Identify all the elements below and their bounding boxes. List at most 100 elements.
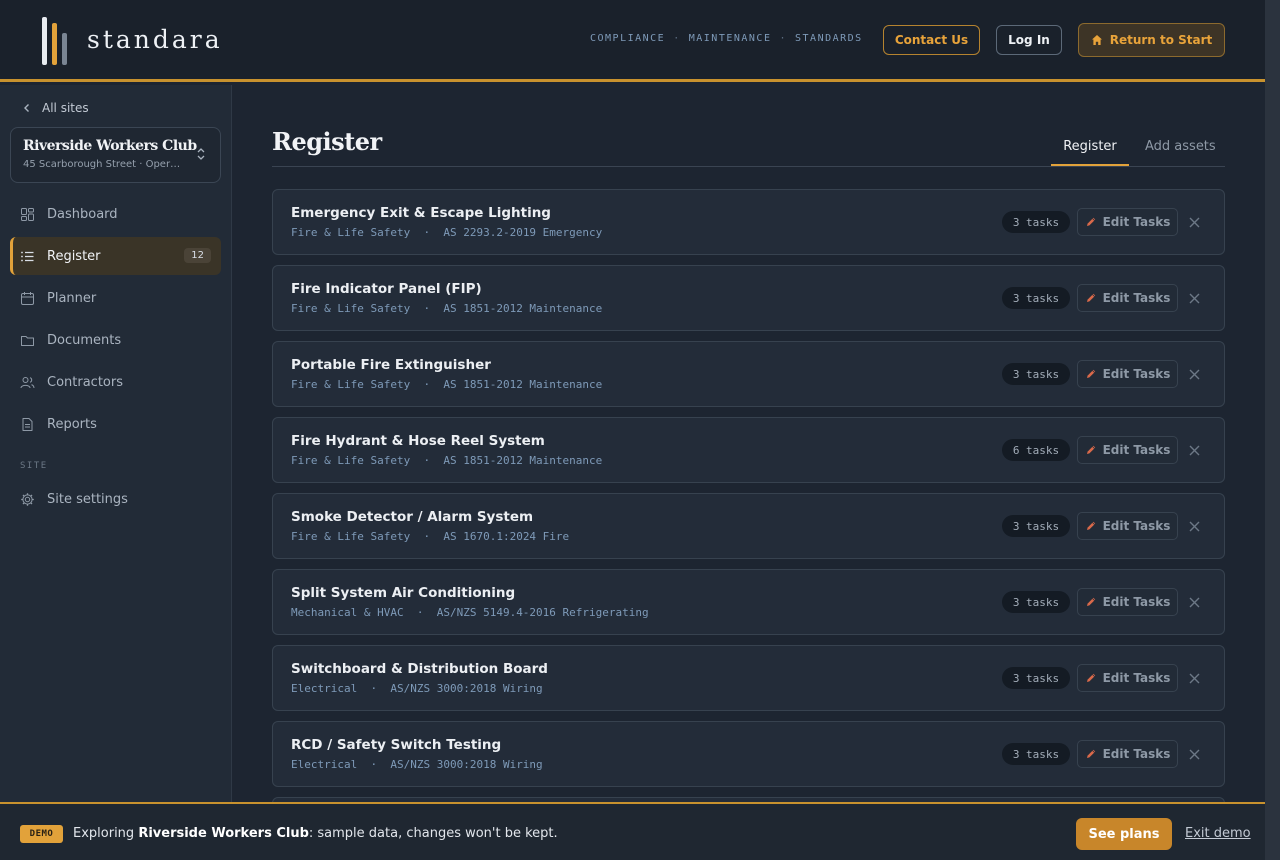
asset-title: Emergency Exit & Escape Lighting bbox=[291, 205, 551, 221]
table-row[interactable]: Emergency Exit & Escape Lighting Fire & L… bbox=[272, 189, 1225, 255]
pencil-icon bbox=[1086, 445, 1095, 454]
task-count-badge: 6 tasks bbox=[1002, 439, 1070, 461]
topnav-compliance[interactable]: COMPLIANCE bbox=[590, 33, 665, 44]
edit-tasks-label: Edit Tasks bbox=[1102, 519, 1171, 533]
brand-logo[interactable]: standara bbox=[42, 15, 223, 65]
site-switcher[interactable]: Riverside Workers Club 45 Scarborough St… bbox=[10, 127, 221, 183]
register-count-badge: 12 bbox=[184, 248, 211, 263]
task-count-badge: 3 tasks bbox=[1002, 363, 1070, 385]
edit-tasks-button[interactable]: Edit Tasks bbox=[1077, 740, 1178, 768]
sidebar: All sites Riverside Workers Club 45 Scar… bbox=[0, 85, 232, 803]
task-count-badge: 3 tasks bbox=[1002, 211, 1070, 233]
table-row[interactable]: Fire Hydrant & Hose Reel System Fire & Li… bbox=[272, 417, 1225, 483]
asset-category: Electrical bbox=[291, 758, 358, 771]
contact-us-button[interactable]: Contact Us bbox=[883, 25, 980, 55]
sidebar-item-site-settings[interactable]: Site settings bbox=[10, 480, 221, 518]
table-row[interactable]: Portable Fire Extinguisher Fire & Life Sa… bbox=[272, 341, 1225, 407]
asset-category: Fire & Life Safety bbox=[291, 530, 411, 543]
edit-tasks-label: Edit Tasks bbox=[1102, 595, 1171, 609]
site-section-heading: SITE bbox=[20, 461, 48, 471]
topnav-separator: · bbox=[779, 33, 788, 44]
asset-title: Fire Hydrant & Hose Reel System bbox=[291, 433, 545, 449]
demo-banner: DEMO Exploring Riverside Workers Club: s… bbox=[0, 802, 1265, 860]
log-in-button[interactable]: Log In bbox=[996, 25, 1062, 55]
close-icon[interactable] bbox=[1188, 216, 1201, 229]
return-to-start-button[interactable]: Return to Start bbox=[1078, 23, 1225, 57]
task-count-badge: 3 tasks bbox=[1002, 743, 1070, 765]
pencil-icon bbox=[1086, 369, 1095, 378]
meta-separator: · bbox=[410, 226, 444, 239]
demo-message-site: Riverside Workers Club bbox=[138, 826, 309, 841]
task-count-badge: 3 tasks bbox=[1002, 287, 1070, 309]
table-row[interactable]: Smoke Detector / Alarm System Fire & Life… bbox=[272, 493, 1225, 559]
asset-meta: Fire & Life Safety · AS 1851-2012 Mainte… bbox=[291, 454, 602, 467]
edit-tasks-label: Edit Tasks bbox=[1102, 443, 1171, 457]
close-icon[interactable] bbox=[1188, 368, 1201, 381]
edit-tasks-button[interactable]: Edit Tasks bbox=[1077, 360, 1178, 388]
site-address: 45 Scarborough Street · Operational bbox=[23, 159, 185, 170]
asset-meta: Electrical · AS/NZS 3000:2018 Wiring bbox=[291, 758, 543, 771]
demo-badge: DEMO bbox=[20, 825, 63, 843]
top-header: standara COMPLIANCE · MAINTENANCE · STAN… bbox=[0, 0, 1265, 82]
active-tab-indicator bbox=[1051, 164, 1129, 166]
tab-register[interactable]: Register bbox=[1051, 139, 1129, 154]
asset-title: RCD / Safety Switch Testing bbox=[291, 737, 502, 753]
asset-meta: Fire & Life Safety · AS 1670.1:2024 Fire bbox=[291, 530, 569, 543]
tabs-divider bbox=[272, 166, 1225, 167]
close-icon[interactable] bbox=[1188, 520, 1201, 533]
close-icon[interactable] bbox=[1188, 596, 1201, 609]
asset-standard: AS 1670.1:2024 Fire bbox=[443, 530, 570, 543]
edit-tasks-label: Edit Tasks bbox=[1102, 367, 1171, 381]
close-icon[interactable] bbox=[1188, 444, 1201, 457]
dashboard-icon bbox=[21, 207, 34, 221]
close-icon[interactable] bbox=[1188, 672, 1201, 685]
demo-message-suffix: : sample data, changes won't be kept. bbox=[308, 826, 558, 841]
topnav-maintenance[interactable]: MAINTENANCE bbox=[689, 33, 772, 44]
edit-tasks-label: Edit Tasks bbox=[1102, 671, 1171, 685]
all-sites-link[interactable]: All sites bbox=[22, 101, 89, 115]
table-row[interactable]: Split System Air Conditioning Mechanical … bbox=[272, 569, 1225, 635]
see-plans-button[interactable]: See plans bbox=[1076, 818, 1172, 850]
asset-title: Switchboard & Distribution Board bbox=[291, 661, 548, 677]
edit-tasks-button[interactable]: Edit Tasks bbox=[1077, 664, 1178, 692]
task-count-badge: 3 tasks bbox=[1002, 667, 1070, 689]
close-icon[interactable] bbox=[1188, 292, 1201, 305]
sidebar-item-reports[interactable]: Reports bbox=[10, 405, 221, 443]
edit-tasks-button[interactable]: Edit Tasks bbox=[1077, 588, 1178, 616]
topnav-standards[interactable]: STANDARDS bbox=[795, 33, 863, 44]
edit-tasks-label: Edit Tasks bbox=[1102, 747, 1171, 761]
pencil-icon bbox=[1086, 293, 1095, 302]
sidebar-item-register[interactable]: Register 12 bbox=[10, 237, 221, 275]
asset-meta: Mechanical & HVAC · AS/NZS 5149.4-2016 R… bbox=[291, 606, 649, 619]
exit-demo-link[interactable]: Exit demo bbox=[1185, 826, 1251, 841]
return-to-start-label: Return to Start bbox=[1109, 33, 1213, 47]
sidebar-item-dashboard[interactable]: Dashboard bbox=[10, 195, 221, 233]
sidebar-item-contractors[interactable]: Contractors bbox=[10, 363, 221, 401]
meta-separator: · bbox=[410, 378, 444, 391]
asset-title: Portable Fire Extinguisher bbox=[291, 357, 491, 373]
pencil-icon bbox=[1086, 597, 1095, 606]
close-icon[interactable] bbox=[1188, 748, 1201, 761]
asset-category: Fire & Life Safety bbox=[291, 378, 411, 391]
asset-standard: AS/NZS 5149.4-2016 Refrigerating bbox=[436, 606, 649, 619]
table-row[interactable]: Fire Indicator Panel (FIP) Fire & Life Sa… bbox=[272, 265, 1225, 331]
meta-separator: · bbox=[357, 682, 391, 695]
calendar-icon bbox=[21, 291, 34, 305]
asset-meta: Fire & Life Safety · AS 2293.2-2019 Emer… bbox=[291, 226, 602, 239]
sidebar-item-documents[interactable]: Documents bbox=[10, 321, 221, 359]
table-row[interactable]: RCD / Safety Switch Testing Electrical · … bbox=[272, 721, 1225, 787]
asset-standard: AS/NZS 3000:2018 Wiring bbox=[390, 682, 543, 695]
asset-standard: AS 1851-2012 Maintenance bbox=[443, 378, 603, 391]
page-scrollbar[interactable] bbox=[1265, 0, 1280, 860]
edit-tasks-button[interactable]: Edit Tasks bbox=[1077, 284, 1178, 312]
tab-add-assets[interactable]: Add assets bbox=[1145, 139, 1216, 154]
sidebar-item-planner[interactable]: Planner bbox=[10, 279, 221, 317]
asset-standard: AS 2293.2-2019 Emergency bbox=[443, 226, 603, 239]
edit-tasks-button[interactable]: Edit Tasks bbox=[1077, 436, 1178, 464]
edit-tasks-button[interactable]: Edit Tasks bbox=[1077, 512, 1178, 540]
table-row[interactable]: Switchboard & Distribution Board Electric… bbox=[272, 645, 1225, 711]
edit-tasks-button[interactable]: Edit Tasks bbox=[1077, 208, 1178, 236]
meta-separator: · bbox=[410, 454, 444, 467]
top-nav: COMPLIANCE · MAINTENANCE · STANDARDS bbox=[590, 33, 863, 44]
asset-title: Smoke Detector / Alarm System bbox=[291, 509, 534, 525]
